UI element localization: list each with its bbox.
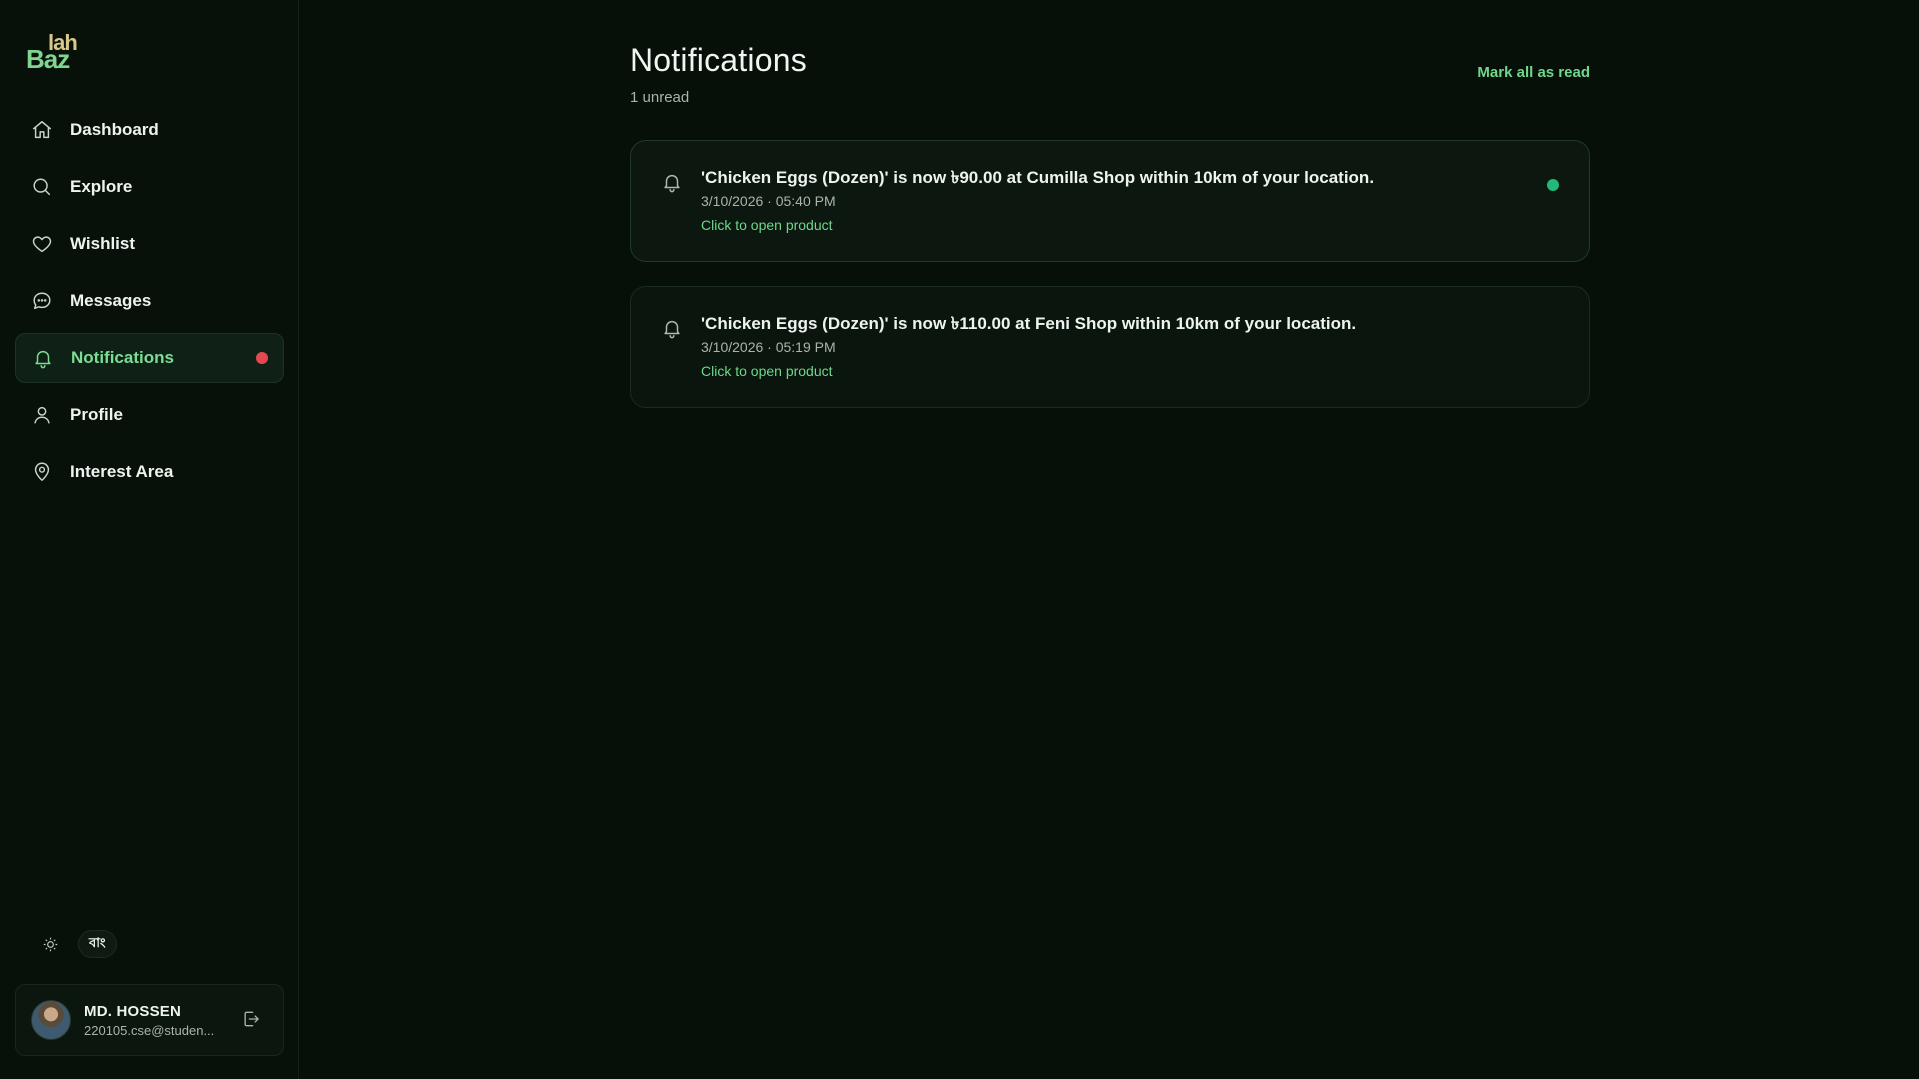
sidebar-item-label: Notifications bbox=[71, 348, 174, 367]
sidebar-nav: Dashboard Explore Wishlist Messages Noti… bbox=[15, 105, 284, 504]
search-icon bbox=[30, 175, 54, 199]
user-card[interactable]: MD. HOSSEN 220105.cse@studen... bbox=[15, 984, 284, 1056]
open-product-link[interactable]: Click to open product bbox=[701, 217, 833, 233]
logo-text-part2: lah bbox=[48, 30, 78, 55]
user-info: MD. HOSSEN 220105.cse@studen... bbox=[84, 1003, 234, 1038]
sidebar-item-messages[interactable]: Messages bbox=[15, 276, 284, 326]
unread-indicator-dot bbox=[1547, 179, 1559, 191]
sidebar-item-label: Explore bbox=[70, 177, 133, 196]
user-email: 220105.cse@studen... bbox=[84, 1022, 215, 1038]
bell-icon bbox=[31, 346, 55, 370]
sun-icon bbox=[43, 937, 57, 951]
notification-time: 3/10/2026 · 05:40 PM bbox=[701, 193, 836, 209]
app-root: Baz lah Dashboard Explore Wishlist Messa… bbox=[0, 0, 1919, 1079]
notification-message: 'Chicken Eggs (Dozen)' is now ৳110.00 at… bbox=[701, 314, 1357, 333]
bell-icon bbox=[661, 317, 685, 341]
sidebar-item-label: Interest Area bbox=[70, 462, 174, 481]
sidebar-item-label: Wishlist bbox=[70, 234, 136, 253]
chat-icon bbox=[30, 289, 54, 313]
avatar bbox=[31, 1000, 71, 1040]
home-icon bbox=[30, 118, 54, 142]
sidebar-item-label: Messages bbox=[70, 291, 152, 310]
notifications-panel: Notifications 1 unread Mark all as read … bbox=[630, 42, 1590, 432]
language-toggle-button[interactable]: বাং bbox=[78, 930, 117, 958]
sidebar-item-notifications[interactable]: Notifications bbox=[15, 333, 284, 383]
sidebar-tools: বাং bbox=[38, 930, 117, 958]
page-title: Notifications bbox=[630, 42, 807, 78]
heart-icon bbox=[30, 232, 54, 256]
open-product-link[interactable]: Click to open product bbox=[701, 363, 833, 379]
logout-icon bbox=[244, 1011, 259, 1027]
notification-list: 'Chicken Eggs (Dozen)' is now ৳90.00 at … bbox=[630, 140, 1590, 408]
unread-summary: 1 unread bbox=[630, 89, 690, 106]
notification-message: 'Chicken Eggs (Dozen)' is now ৳90.00 at … bbox=[701, 168, 1375, 187]
notification-item[interactable]: 'Chicken Eggs (Dozen)' is now ৳110.00 at… bbox=[630, 286, 1590, 408]
sidebar-item-label: Dashboard bbox=[70, 120, 159, 139]
page-header: Notifications 1 unread Mark all as read bbox=[630, 42, 1590, 122]
mark-all-read-button[interactable]: Mark all as read bbox=[1477, 64, 1590, 81]
main-content: Notifications 1 unread Mark all as read … bbox=[299, 0, 1919, 1079]
theme-toggle-button[interactable] bbox=[38, 932, 62, 956]
sidebar-item-profile[interactable]: Profile bbox=[15, 390, 284, 440]
notification-item[interactable]: 'Chicken Eggs (Dozen)' is now ৳90.00 at … bbox=[630, 140, 1590, 262]
sidebar-item-dashboard[interactable]: Dashboard bbox=[15, 105, 284, 155]
notification-badge-dot bbox=[256, 352, 268, 364]
user-name: MD. HOSSEN bbox=[84, 1002, 182, 1020]
notification-time: 3/10/2026 · 05:19 PM bbox=[701, 339, 836, 355]
map-pin-icon bbox=[30, 460, 54, 484]
brand-logo[interactable]: Baz lah bbox=[26, 30, 86, 74]
sidebar-item-interest-area[interactable]: Interest Area bbox=[15, 447, 284, 497]
sidebar-item-label: Profile bbox=[70, 405, 123, 424]
sidebar-item-explore[interactable]: Explore bbox=[15, 162, 284, 212]
user-icon bbox=[30, 403, 54, 427]
sidebar: Baz lah Dashboard Explore Wishlist Messa… bbox=[0, 0, 299, 1079]
bell-icon bbox=[661, 171, 685, 195]
sidebar-item-wishlist[interactable]: Wishlist bbox=[15, 219, 284, 269]
logout-button[interactable] bbox=[241, 1009, 263, 1031]
